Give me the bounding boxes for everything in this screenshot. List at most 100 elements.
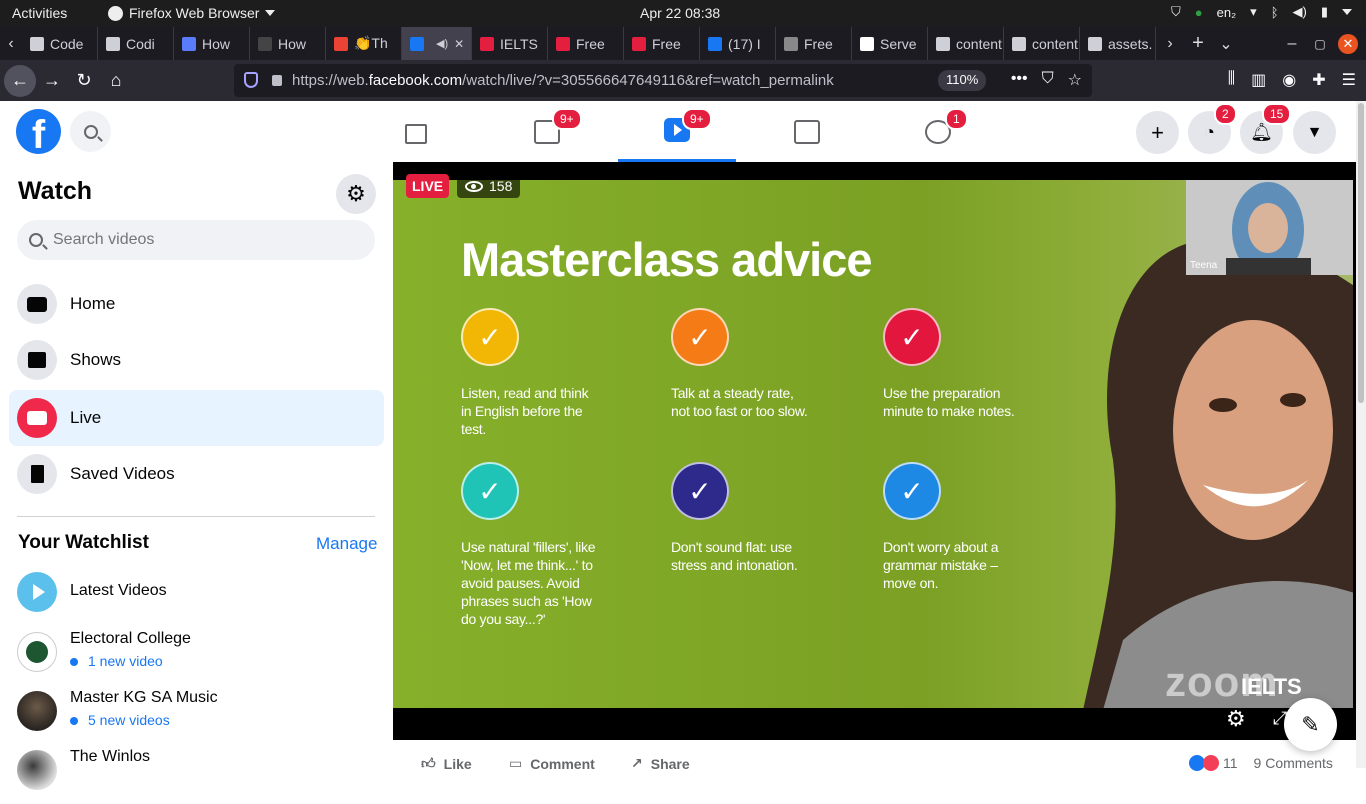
search-videos-field[interactable] bbox=[17, 220, 375, 260]
tabs-scroll-right-icon[interactable]: › bbox=[1156, 35, 1184, 53]
tab-label: How bbox=[278, 35, 307, 52]
account-menu-button[interactable]: ▼ bbox=[1293, 111, 1336, 154]
search-input[interactable] bbox=[53, 231, 353, 249]
nav-home[interactable] bbox=[357, 101, 475, 162]
reactions-summary[interactable]: 11 9 Comments bbox=[1189, 755, 1333, 771]
create-button[interactable]: + bbox=[1136, 111, 1179, 154]
browser-tab[interactable]: ◀) ✕ bbox=[402, 27, 472, 60]
video-player[interactable]: Masterclass advice ✓ Listen, read and thi… bbox=[393, 162, 1356, 740]
nav-pages[interactable]: 9+ bbox=[488, 101, 606, 162]
forward-arrow-icon[interactable]: → bbox=[36, 65, 68, 97]
new-tab-icon[interactable]: + bbox=[1184, 32, 1212, 55]
account-icon[interactable]: ◉ bbox=[1282, 70, 1296, 90]
url-bar[interactable]: https://web.facebook.com/watch/live/?v=3… bbox=[234, 64, 1092, 97]
browser-tab[interactable]: Code bbox=[22, 27, 98, 60]
browser-tab[interactable]: Free bbox=[624, 27, 700, 60]
browser-tab[interactable]: How bbox=[174, 27, 250, 60]
comment-count[interactable]: 9 Comments bbox=[1254, 755, 1333, 771]
sidebar-icon[interactable]: ▥ bbox=[1251, 70, 1266, 90]
close-tab-icon[interactable]: ✕ bbox=[454, 37, 464, 51]
browser-tab[interactable]: Codi bbox=[98, 27, 174, 60]
bell-icon: 🔔︎ bbox=[1250, 122, 1273, 142]
bookmark-star-icon[interactable]: ☆ bbox=[1068, 70, 1082, 90]
list-all-tabs-icon[interactable]: ⌄ bbox=[1212, 34, 1240, 54]
close-window-icon[interactable]: ✕ bbox=[1334, 33, 1362, 54]
advice-text: Use the preparation minute to make notes… bbox=[883, 385, 1015, 419]
pocket-icon[interactable]: ⛉ bbox=[1042, 70, 1054, 90]
back-arrow-icon[interactable]: ← bbox=[4, 64, 36, 97]
lock-icon[interactable] bbox=[272, 75, 282, 86]
advice-text: Don't worry about a grammar mistake – mo… bbox=[883, 539, 999, 591]
url-text[interactable]: https://web.facebook.com/watch/live/?v=3… bbox=[292, 72, 834, 89]
browser-tab[interactable]: Free bbox=[776, 27, 852, 60]
browser-tab[interactable]: IELTS bbox=[472, 27, 548, 60]
viewer-count-value: 158 bbox=[489, 178, 513, 194]
love-reaction-icon bbox=[1203, 755, 1219, 771]
menu-icon[interactable]: ☰ bbox=[1342, 70, 1356, 90]
new-videos-count: 5 new videos bbox=[70, 712, 170, 728]
checkmark-icon: ✓ bbox=[883, 308, 941, 366]
like-button[interactable]: 👍︎ Like bbox=[421, 755, 472, 772]
sidebar-item-saved-videos[interactable]: Saved Videos bbox=[9, 446, 384, 502]
avatar bbox=[17, 750, 57, 790]
browser-tab[interactable]: Serve bbox=[852, 27, 928, 60]
watchlist-item-the-winlos[interactable]: The Winlos bbox=[17, 748, 377, 804]
watchlist-item-electoral-college[interactable]: Electoral College 1 new video bbox=[17, 630, 377, 686]
messenger-button[interactable]: ◔ 2 bbox=[1188, 103, 1237, 154]
comment-button[interactable]: ▭ Comment bbox=[509, 755, 595, 772]
watch-settings-button[interactable]: ⚙ bbox=[336, 174, 376, 214]
activities-button[interactable]: Activities bbox=[12, 5, 67, 21]
browser-tab[interactable]: (17) I bbox=[700, 27, 776, 60]
browser-tab[interactable]: content bbox=[1004, 27, 1080, 60]
clock[interactable]: Apr 22 08:38 bbox=[640, 5, 720, 21]
video-settings-gear-icon[interactable]: ⚙ bbox=[1226, 706, 1246, 732]
library-icon[interactable]: ⫼ bbox=[1228, 70, 1235, 90]
reload-icon[interactable]: ↻ bbox=[68, 65, 100, 97]
tabs-scroll-left-icon[interactable]: ‹ bbox=[0, 35, 22, 53]
browser-tab[interactable]: 👏Th bbox=[326, 27, 402, 60]
language-indicator[interactable]: en₂ bbox=[1217, 5, 1237, 20]
tab-favicon-icon bbox=[556, 36, 570, 51]
volume-icon: ◀) bbox=[1292, 4, 1307, 19]
watchlist-item-latest-videos[interactable]: Latest Videos bbox=[17, 572, 377, 628]
tab-label: content bbox=[956, 35, 1002, 52]
search-button[interactable] bbox=[70, 111, 111, 152]
browser-tab[interactable]: How bbox=[250, 27, 326, 60]
tab-favicon-icon bbox=[708, 36, 722, 51]
watchlist-item-master-kg[interactable]: Master KG SA Music 5 new videos bbox=[17, 689, 377, 745]
page-actions-icon[interactable]: ••• bbox=[1011, 70, 1028, 90]
checkmark-icon: ✓ bbox=[671, 462, 729, 520]
notifications-button[interactable]: 🔔︎ 15 bbox=[1240, 103, 1292, 154]
watchlist-name: The Winlos bbox=[70, 748, 151, 765]
store-icon bbox=[794, 119, 820, 144]
like-label: Like bbox=[443, 755, 472, 772]
nav-marketplace[interactable] bbox=[748, 101, 866, 162]
minimize-icon[interactable]: – bbox=[1278, 35, 1306, 53]
app-menu[interactable]: Firefox Web Browser bbox=[108, 5, 276, 21]
home-icon[interactable]: ⌂ bbox=[100, 65, 132, 97]
manage-watchlist-link[interactable]: Manage bbox=[316, 534, 377, 554]
facebook-logo[interactable]: f bbox=[16, 109, 61, 154]
sidebar-item-home[interactable]: Home bbox=[9, 276, 384, 332]
nav-watch[interactable]: 9+ bbox=[618, 101, 736, 162]
tracking-protection-icon[interactable] bbox=[244, 72, 258, 88]
slide-title: Masterclass advice bbox=[461, 233, 873, 286]
browser-tab[interactable]: content bbox=[928, 27, 1004, 60]
new-message-button[interactable]: ✎ bbox=[1284, 698, 1337, 751]
scrollbar-thumb[interactable] bbox=[1358, 103, 1364, 403]
messenger-icon: ◔ bbox=[1204, 122, 1215, 142]
sidebar-item-shows[interactable]: Shows bbox=[9, 332, 384, 388]
advice-text: Listen, read and think in English before… bbox=[461, 385, 589, 437]
system-tray[interactable]: ⛉ ● en₂ ▾ ᛒ ◀) ▮ bbox=[1171, 4, 1352, 20]
plus-icon: + bbox=[1151, 119, 1164, 145]
page-scrollbar[interactable] bbox=[1356, 101, 1366, 768]
zoom-level[interactable]: 110% bbox=[938, 70, 987, 91]
nav-groups[interactable]: 1 bbox=[879, 101, 997, 162]
tab-audio-icon[interactable]: ◀) bbox=[436, 37, 448, 50]
extension-icon[interactable]: ✚ bbox=[1312, 70, 1325, 90]
browser-tab[interactable]: assets. bbox=[1080, 27, 1156, 60]
maximize-icon[interactable]: ▢ bbox=[1306, 37, 1334, 51]
sidebar-item-live[interactable]: Live bbox=[9, 390, 384, 446]
share-button[interactable]: ↗ Share bbox=[631, 755, 690, 772]
browser-tab[interactable]: Free bbox=[548, 27, 624, 60]
